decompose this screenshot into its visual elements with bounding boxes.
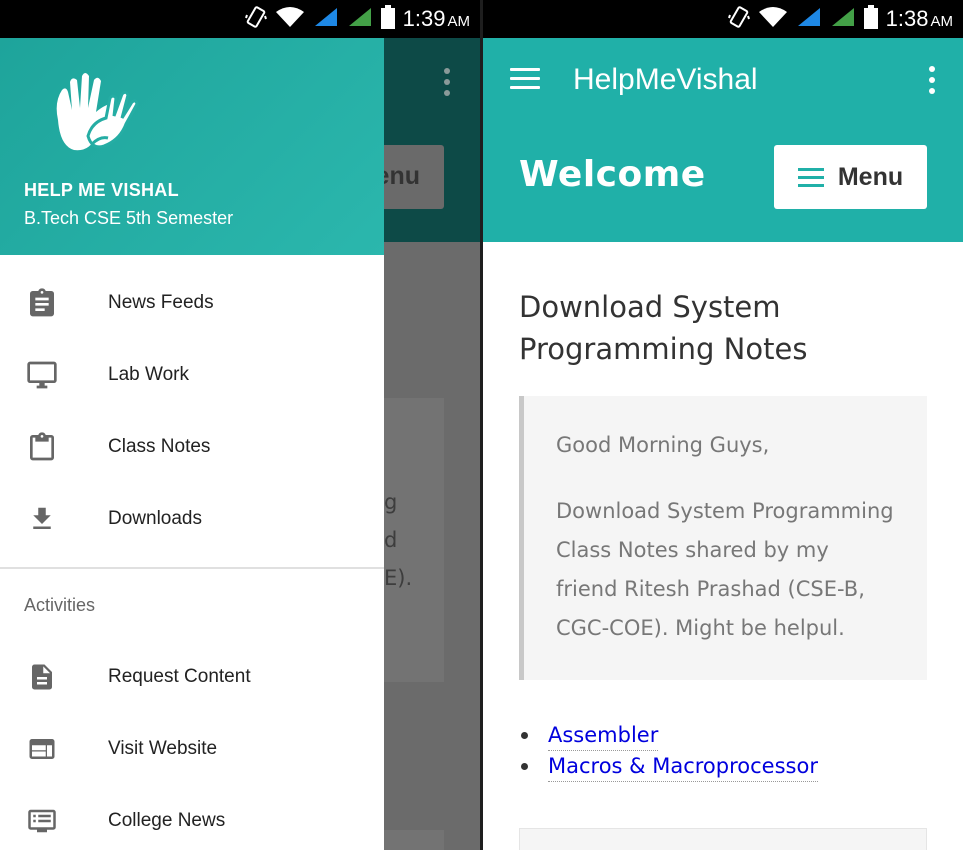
clipboard-text-icon	[24, 285, 60, 321]
drawer-item-label: Visit Website	[108, 738, 218, 759]
signal-icon	[313, 6, 339, 32]
vibrate-icon	[727, 5, 750, 33]
status-time: 1:38 AM	[885, 6, 953, 31]
list-item: Macros & Macroprocessor	[519, 751, 818, 782]
app-title: HelpMeVishal	[573, 63, 758, 96]
right-screen: 1:38 AM HelpMeVishal Welcome Menu Downloa…	[483, 0, 963, 850]
drawer-item-class-notes[interactable]: Class Notes	[0, 411, 384, 483]
post-content: Download System Programming Notes Good M…	[483, 242, 963, 850]
drawer-header: HELP ME VISHAL B.Tech CSE 5th Semester	[0, 38, 384, 255]
signal-icon	[796, 6, 822, 32]
download-icon	[24, 501, 60, 537]
signal-icon	[830, 6, 856, 32]
drawer-item-request-content[interactable]: Request Content	[0, 641, 384, 713]
web-icon	[24, 731, 60, 767]
drawer-user-subtitle: B.Tech CSE 5th Semester	[24, 208, 234, 228]
download-links: Assembler Macros & Macroprocessor	[519, 720, 818, 782]
drawer-item-news-feeds[interactable]: News Feeds	[0, 267, 384, 339]
wifi-icon	[758, 6, 788, 32]
drawer-item-college-news[interactable]: College News	[0, 785, 384, 850]
signal-icon	[347, 6, 373, 32]
dimmed-text: g	[384, 490, 398, 514]
battery-icon	[863, 5, 878, 33]
drawer-divider	[0, 567, 384, 569]
vibrate-icon	[244, 5, 267, 33]
status-bar: 1:39 AM	[0, 0, 480, 38]
menu-button-label: Menu	[837, 162, 904, 191]
drawer-item-label: Lab Work	[108, 364, 189, 385]
message-icon	[24, 803, 60, 839]
dimmed-text: E).	[384, 566, 413, 590]
hero-banner: Welcome Menu	[483, 124, 963, 242]
drawer-item-label: College News	[108, 810, 226, 831]
drawer-user-name: HELP ME VISHAL	[24, 180, 179, 200]
overflow-menu-icon[interactable]	[929, 66, 935, 94]
menu-button[interactable]: Menu	[774, 145, 927, 209]
app-bar: HelpMeVishal	[483, 38, 963, 124]
navigation-drawer: HELP ME VISHAL B.Tech CSE 5th Semester N…	[0, 38, 384, 850]
drawer-item-lab-work[interactable]: Lab Work	[0, 339, 384, 411]
battery-icon	[380, 5, 395, 33]
list-item: Assembler	[519, 720, 818, 751]
hands-logo-icon	[48, 62, 144, 158]
document-icon	[24, 659, 60, 695]
drawer-section-label: Activities	[24, 595, 96, 615]
next-content-box	[519, 828, 927, 850]
status-bar: 1:38 AM	[483, 0, 963, 38]
assembler-link[interactable]: Assembler	[548, 720, 659, 751]
status-time: 1:39 AM	[402, 6, 470, 31]
drawer-item-label: News Feeds	[108, 292, 214, 313]
hamburger-menu-icon[interactable]	[510, 68, 540, 90]
hero-title: Welcome	[519, 154, 706, 195]
post-greeting: Good Morning Guys,	[556, 433, 770, 457]
macros-link[interactable]: Macros & Macroprocessor	[548, 751, 818, 782]
wifi-icon	[275, 6, 305, 32]
post-title: Download System Programming Notes	[519, 290, 808, 366]
drawer-item-label: Downloads	[108, 508, 202, 529]
drawer-item-label: Request Content	[108, 666, 251, 687]
clipboard-icon	[24, 429, 60, 465]
left-screen: 1:39AM enu g d E). HELP ME VISHAL B.Tec	[0, 0, 480, 850]
drawer-item-downloads[interactable]: Downloads	[0, 483, 384, 555]
dimmed-text: d	[384, 528, 398, 552]
monitor-icon	[24, 357, 60, 393]
menu-icon	[797, 163, 824, 192]
post-body: Download System Programming Class Notes …	[556, 499, 894, 640]
drawer-item-visit-website[interactable]: Visit Website	[0, 713, 384, 785]
overflow-menu-icon	[444, 68, 450, 101]
drawer-item-label: Class Notes	[108, 436, 211, 457]
post-quote: Good Morning Guys, Download System Progr…	[519, 396, 927, 680]
